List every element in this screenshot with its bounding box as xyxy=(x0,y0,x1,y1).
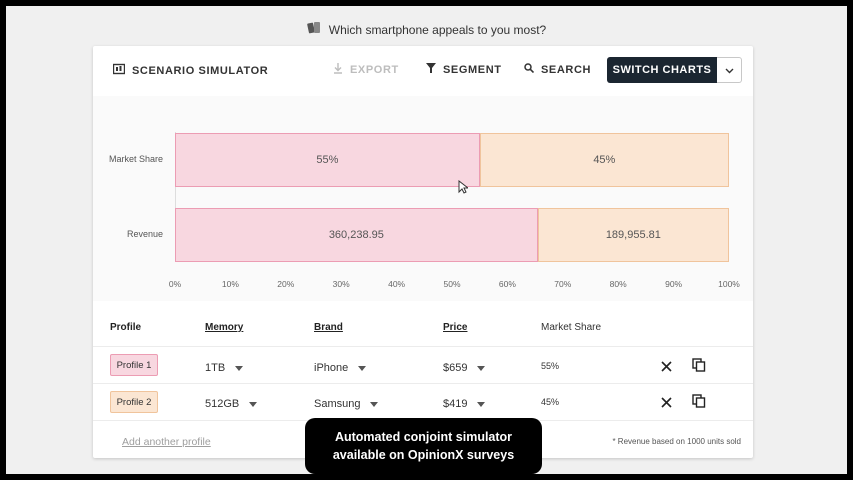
mouse-cursor-icon xyxy=(458,180,468,194)
x-tick-label: 10% xyxy=(221,279,239,289)
copy-icon xyxy=(692,394,706,408)
price-value: $419 xyxy=(443,398,468,410)
caret-down-icon xyxy=(235,365,244,371)
copy-icon xyxy=(692,358,706,372)
question-text: Which smartphone appeals to you most? xyxy=(328,22,547,37)
x-tick-label: 50% xyxy=(443,279,461,289)
simulator-icon xyxy=(112,63,126,78)
memory-select[interactable]: 1TB xyxy=(205,362,244,374)
export-button[interactable]: EXPORT xyxy=(333,63,399,77)
caret-down-icon xyxy=(477,365,486,371)
phones-icon xyxy=(306,21,323,38)
segment-button[interactable]: SEGMENT xyxy=(426,63,502,76)
download-icon xyxy=(333,63,343,77)
chevron-down-icon xyxy=(725,61,734,79)
price-select[interactable]: $419 xyxy=(443,398,486,410)
x-tick-label: 30% xyxy=(332,279,350,289)
simulator-card: SCENARIO SIMULATOR EXPORT SEGMENT SEARCH… xyxy=(93,46,753,458)
divider xyxy=(93,346,753,347)
segment-label: SEGMENT xyxy=(443,63,502,76)
price-header[interactable]: Price xyxy=(443,322,467,333)
memory-value: 512GB xyxy=(205,398,240,410)
bar-data-label: 360,238.95 xyxy=(328,229,384,241)
bar-data-label: 45% xyxy=(593,154,616,166)
duplicate-profile-button[interactable] xyxy=(691,357,707,373)
bar-data-label: 55% xyxy=(316,154,339,166)
simulator-title: SCENARIO SIMULATOR xyxy=(112,63,269,78)
brand-select[interactable]: Samsung xyxy=(314,398,379,410)
x-tick-label: 60% xyxy=(498,279,516,289)
switch-charts-dropdown[interactable] xyxy=(717,57,742,83)
category-label: Revenue xyxy=(126,229,163,239)
delete-profile-button[interactable] xyxy=(658,394,674,410)
bar-data-label: 189,955.81 xyxy=(605,229,661,241)
filter-icon xyxy=(426,63,436,76)
delete-profile-button[interactable] xyxy=(658,358,674,374)
profile-chip: Profile 2 xyxy=(110,391,158,413)
brand-select[interactable]: iPhone xyxy=(314,362,367,374)
bar-revenue-profile-2: 189,955.81 xyxy=(537,208,729,262)
caret-down-icon xyxy=(358,365,367,371)
x-tick-label: 100% xyxy=(718,279,740,289)
promo-line-1: Automated conjoint simulator xyxy=(334,430,513,444)
x-tick-label: 80% xyxy=(609,279,627,289)
category-label: Market Share xyxy=(108,154,163,164)
bar-market-share-profile-1: 55% xyxy=(175,133,480,187)
caret-down-icon xyxy=(477,401,486,407)
bar-chart xyxy=(93,96,753,301)
brand-value: Samsung xyxy=(314,398,361,410)
profile-chip: Profile 1 xyxy=(110,354,158,376)
brand-header[interactable]: Brand xyxy=(314,322,343,333)
price-select[interactable]: $659 xyxy=(443,362,486,374)
search-label: SEARCH xyxy=(541,63,592,76)
bar-revenue-profile-1: 360,238.95 xyxy=(175,208,538,262)
window: Which smartphone appeals to you most? SC… xyxy=(6,6,847,474)
x-tick-label: 20% xyxy=(277,279,295,289)
memory-value: 1TB xyxy=(205,362,226,374)
profile-header: Profile xyxy=(110,322,142,333)
market-share-value: 45% xyxy=(541,397,560,407)
memory-header[interactable]: Memory xyxy=(205,322,243,333)
x-tick-label: 0% xyxy=(168,279,182,289)
x-tick-label: 90% xyxy=(665,279,683,289)
promo-banner: Automated conjoint simulator available o… xyxy=(305,418,542,474)
bar-market-share-profile-2: 45% xyxy=(479,133,729,187)
caret-down-icon xyxy=(249,401,258,407)
search-icon xyxy=(524,63,535,76)
memory-select[interactable]: 512GB xyxy=(205,398,258,410)
caret-down-icon xyxy=(370,401,379,407)
switch-charts-button[interactable]: SWITCH CHARTS xyxy=(607,57,717,83)
question-header: Which smartphone appeals to you most? xyxy=(6,21,847,38)
duplicate-profile-button[interactable] xyxy=(691,393,707,409)
revenue-footnote: * Revenue based on 1000 units sold xyxy=(612,437,741,446)
price-value: $659 xyxy=(443,362,468,374)
promo-line-2: available on OpinionX surveys xyxy=(332,448,515,462)
x-tick-label: 40% xyxy=(388,279,406,289)
x-tick-label: 70% xyxy=(554,279,572,289)
market-share-header: Market Share xyxy=(541,322,602,333)
divider xyxy=(93,383,753,384)
search-button[interactable]: SEARCH xyxy=(524,63,591,76)
simulator-title-text: SCENARIO SIMULATOR xyxy=(132,64,269,77)
export-label: EXPORT xyxy=(350,64,399,76)
add-profile-link[interactable]: Add another profile xyxy=(122,436,211,448)
close-icon xyxy=(660,360,672,372)
market-share-value: 55% xyxy=(541,361,560,371)
brand-value: iPhone xyxy=(314,362,349,374)
close-icon xyxy=(660,396,672,408)
